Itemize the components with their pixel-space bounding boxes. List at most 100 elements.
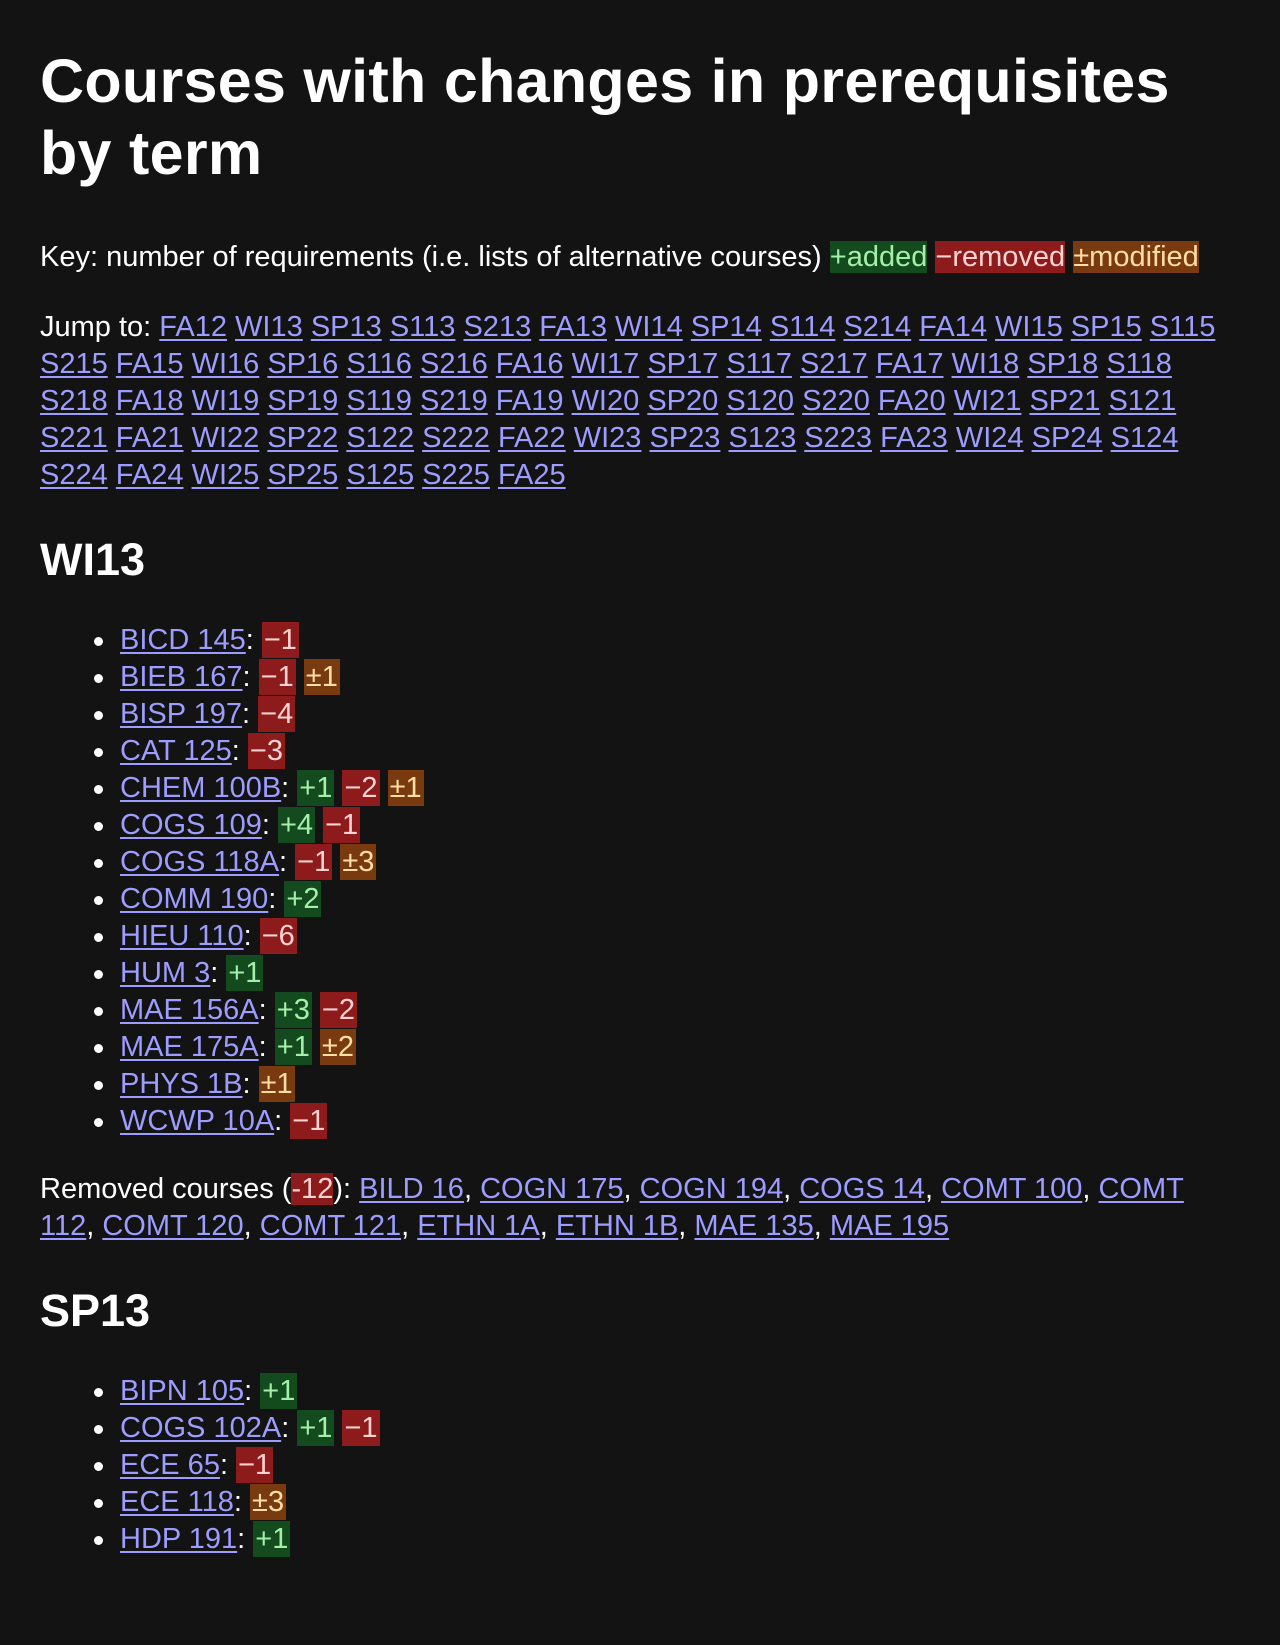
jump-link-wi18[interactable]: WI18 [952, 348, 1020, 380]
course-link[interactable]: MAE 156A [120, 994, 259, 1026]
change-badge-removed: −4 [258, 696, 296, 732]
jump-link-wi25[interactable]: WI25 [192, 459, 260, 491]
course-link[interactable]: MAE 175A [120, 1031, 259, 1063]
jump-link-wi24[interactable]: WI24 [956, 422, 1024, 454]
jump-link-wi21[interactable]: WI21 [954, 385, 1022, 417]
jump-link-s118[interactable]: S118 [1106, 348, 1172, 380]
course-link[interactable]: COGS 102A [120, 1412, 281, 1444]
jump-link-wi19[interactable]: WI19 [192, 385, 260, 417]
jump-link-s217[interactable]: S217 [800, 348, 868, 380]
jump-link-s218[interactable]: S218 [40, 385, 108, 417]
course-link[interactable]: CAT 125 [120, 735, 232, 767]
course-link[interactable]: COGS 109 [120, 809, 262, 841]
change-badge-removed: −1 [258, 659, 296, 695]
jump-link-sp21[interactable]: SP21 [1029, 385, 1100, 417]
jump-link-fa25[interactable]: FA25 [498, 459, 566, 491]
bullet-icon [94, 1462, 103, 1471]
course-link[interactable]: CHEM 100B [120, 772, 281, 804]
jump-link-sp17[interactable]: SP17 [647, 348, 718, 380]
jump-link-s123[interactable]: S123 [728, 422, 796, 454]
jump-link-fa12[interactable]: FA12 [159, 311, 227, 343]
removed-course-link[interactable]: COMT 100 [941, 1173, 1082, 1205]
removed-course-link[interactable]: MAE 195 [830, 1210, 949, 1242]
jump-link-fa24[interactable]: FA24 [116, 459, 184, 491]
course-link[interactable]: HDP 191 [120, 1523, 237, 1555]
jump-link-s220[interactable]: S220 [802, 385, 870, 417]
jump-link-wi13[interactable]: WI13 [235, 311, 303, 343]
jump-link-wi22[interactable]: WI22 [192, 422, 260, 454]
jump-link-fa16[interactable]: FA16 [496, 348, 564, 380]
jump-link-s215[interactable]: S215 [40, 348, 108, 380]
jump-link-sp13[interactable]: SP13 [311, 311, 382, 343]
jump-link-wi23[interactable]: WI23 [574, 422, 642, 454]
jump-link-s125[interactable]: S125 [346, 459, 414, 491]
jump-link-s120[interactable]: S120 [726, 385, 794, 417]
jump-link-wi16[interactable]: WI16 [192, 348, 260, 380]
jump-link-sp22[interactable]: SP22 [267, 422, 338, 454]
removed-course-link[interactable]: ETHN 1A [417, 1210, 539, 1242]
jump-link-sp14[interactable]: SP14 [691, 311, 762, 343]
jump-link-fa19[interactable]: FA19 [496, 385, 564, 417]
course-link[interactable]: BIPN 105 [120, 1375, 244, 1407]
jump-link-fa21[interactable]: FA21 [116, 422, 184, 454]
jump-link-s122[interactable]: S122 [346, 422, 414, 454]
jump-link-s117[interactable]: S117 [726, 348, 792, 380]
removed-course-link[interactable]: BILD 16 [359, 1173, 464, 1205]
jump-link-fa15[interactable]: FA15 [116, 348, 184, 380]
jump-link-sp24[interactable]: SP24 [1032, 422, 1103, 454]
course-link[interactable]: COGS 118A [120, 846, 279, 878]
course-link[interactable]: BIEB 167 [120, 661, 243, 693]
jump-link-sp25[interactable]: SP25 [267, 459, 338, 491]
jump-link-s214[interactable]: S214 [843, 311, 911, 343]
jump-link-wi20[interactable]: WI20 [572, 385, 640, 417]
removed-course-link[interactable]: COMT 120 [102, 1210, 243, 1242]
change-badge-added: +1 [297, 770, 335, 806]
jump-link-fa13[interactable]: FA13 [539, 311, 607, 343]
course-link[interactable]: BISP 197 [120, 698, 242, 730]
removed-course-link[interactable]: COGN 175 [480, 1173, 623, 1205]
jump-link-fa22[interactable]: FA22 [498, 422, 566, 454]
course-link[interactable]: ECE 118 [120, 1486, 234, 1518]
removed-course-link[interactable]: ETHN 1B [556, 1210, 678, 1242]
jump-link-fa20[interactable]: FA20 [878, 385, 946, 417]
jump-link-fa18[interactable]: FA18 [116, 385, 184, 417]
jump-link-s116[interactable]: S116 [346, 348, 412, 380]
jump-link-s124[interactable]: S124 [1111, 422, 1179, 454]
removed-course-link[interactable]: MAE 135 [694, 1210, 813, 1242]
jump-link-sp15[interactable]: SP15 [1071, 311, 1142, 343]
course-link[interactable]: BICD 145 [120, 624, 246, 656]
jump-link-sp18[interactable]: SP18 [1027, 348, 1098, 380]
jump-link-sp20[interactable]: SP20 [647, 385, 718, 417]
jump-link-wi17[interactable]: WI17 [572, 348, 640, 380]
jump-link-fa17[interactable]: FA17 [876, 348, 944, 380]
jump-link-s119[interactable]: S119 [346, 385, 412, 417]
jump-link-s224[interactable]: S224 [40, 459, 108, 491]
course-link[interactable]: WCWP 10A [120, 1105, 274, 1137]
jump-link-s121[interactable]: S121 [1108, 385, 1176, 417]
jump-link-s225[interactable]: S225 [422, 459, 490, 491]
course-link[interactable]: HUM 3 [120, 957, 210, 989]
course-link[interactable]: HIEU 110 [120, 920, 244, 952]
jump-link-s113[interactable]: S113 [390, 311, 456, 343]
jump-link-s114[interactable]: S114 [770, 311, 836, 343]
jump-link-s221[interactable]: S221 [40, 422, 108, 454]
jump-link-sp19[interactable]: SP19 [267, 385, 338, 417]
jump-link-s115[interactable]: S115 [1150, 311, 1216, 343]
jump-link-s219[interactable]: S219 [420, 385, 488, 417]
removed-course-link[interactable]: COGS 14 [799, 1173, 925, 1205]
jump-link-s216[interactable]: S216 [420, 348, 488, 380]
course-link[interactable]: PHYS 1B [120, 1068, 243, 1100]
jump-link-fa14[interactable]: FA14 [919, 311, 987, 343]
jump-link-sp16[interactable]: SP16 [267, 348, 338, 380]
jump-link-fa23[interactable]: FA23 [880, 422, 948, 454]
jump-link-s213[interactable]: S213 [463, 311, 531, 343]
course-link[interactable]: ECE 65 [120, 1449, 220, 1481]
removed-course-link[interactable]: COGN 194 [640, 1173, 783, 1205]
jump-link-s222[interactable]: S222 [422, 422, 490, 454]
jump-link-s223[interactable]: S223 [804, 422, 872, 454]
course-link[interactable]: COMM 190 [120, 883, 268, 915]
jump-link-sp23[interactable]: SP23 [649, 422, 720, 454]
jump-link-wi15[interactable]: WI15 [995, 311, 1063, 343]
jump-link-wi14[interactable]: WI14 [615, 311, 683, 343]
removed-course-link[interactable]: COMT 121 [260, 1210, 401, 1242]
